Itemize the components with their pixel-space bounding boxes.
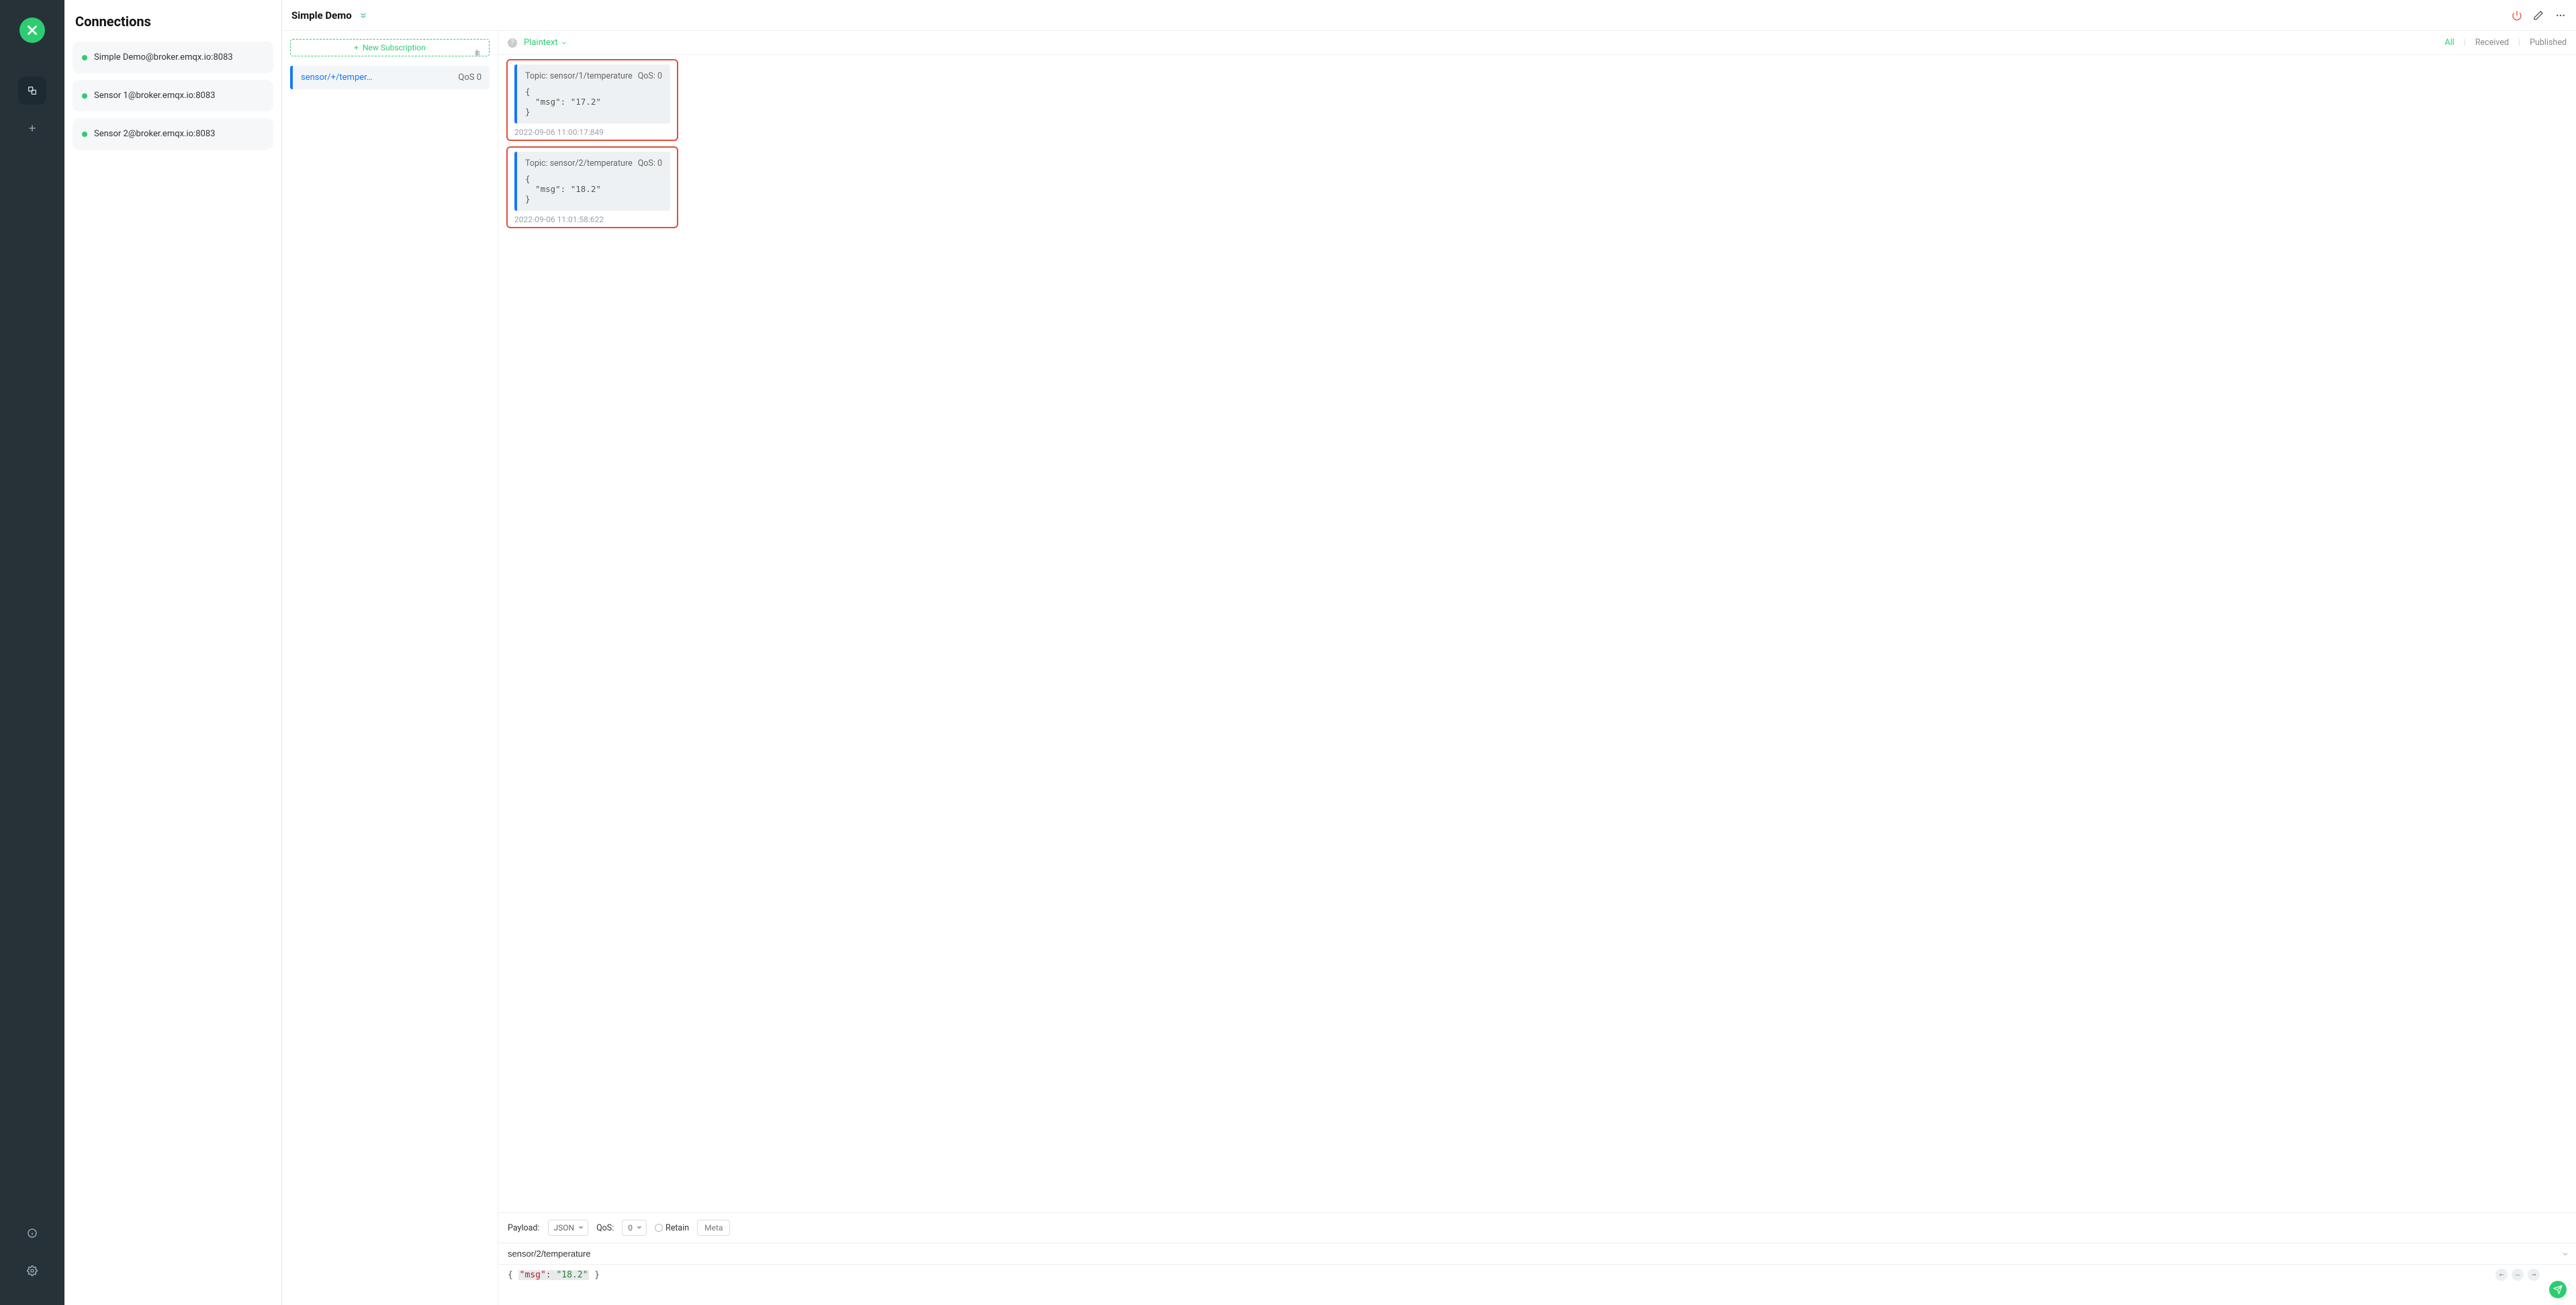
connection-label: Sensor 2@broker.emqx.io:8083 — [94, 129, 215, 139]
payload-format-select[interactable]: JSON — [548, 1220, 589, 1236]
history-next-button[interactable]: → — [2528, 1269, 2540, 1281]
message-topic: Topic: sensor/2/temperature — [525, 158, 633, 168]
subscription-qos: QoS 0 — [458, 72, 481, 83]
message-timestamp: 2022-09-06 11:01:58:622 — [514, 215, 670, 224]
connection-title: Simple Demo — [291, 9, 352, 21]
connections-title: Connections — [75, 13, 271, 30]
qos-label: QoS: — [596, 1223, 614, 1233]
help-badge[interactable]: ? — [508, 38, 517, 48]
collapse-subscriptions-button[interactable] — [473, 48, 483, 58]
nav-connections[interactable] — [18, 77, 46, 105]
status-dot — [82, 132, 87, 137]
subscription-topic: sensor/+/temper… — [301, 72, 372, 83]
message-qos: QoS: 0 — [638, 71, 662, 81]
new-subscription-label: New Subscription — [363, 43, 426, 52]
nav-add[interactable] — [18, 114, 46, 142]
app-logo — [19, 17, 45, 43]
connection-item[interactable]: Simple Demo@broker.emqx.io:8083 — [73, 42, 273, 73]
filter-all[interactable]: All — [2445, 38, 2454, 48]
more-button[interactable] — [2555, 10, 2567, 21]
disconnect-button[interactable] — [2512, 10, 2522, 21]
publish-editor: Payload: JSON QoS: 0 Retain Meta { "msg"… — [498, 1212, 2576, 1305]
filter-published[interactable]: Published — [2530, 38, 2567, 48]
message-timestamp: 2022-09-06 11:00:17:849 — [514, 128, 670, 137]
meta-button[interactable]: Meta — [697, 1220, 730, 1236]
message-feed: ? Plaintext All | Received | Published T… — [498, 31, 2576, 1305]
subscriptions-panel: + New Subscription sensor/+/temper… QoS 0 — [282, 31, 498, 1305]
retain-toggle[interactable]: Retain — [655, 1223, 689, 1233]
main-pane: Simple Demo + New Subscriptio — [282, 0, 2576, 1305]
history-prev-button[interactable]: ← — [2495, 1269, 2508, 1281]
connections-panel: Connections Simple Demo@broker.emqx.io:8… — [64, 0, 282, 1305]
chevron-down-icon[interactable] — [359, 11, 368, 20]
payload-label: Payload: — [508, 1223, 540, 1233]
connection-item[interactable]: Sensor 2@broker.emqx.io:8083 — [73, 118, 273, 150]
message: Topic: sensor/2/temperature QoS: 0 { "msg"… — [506, 146, 678, 228]
connection-item[interactable]: Sensor 1@broker.emqx.io:8083 — [73, 80, 273, 111]
connection-label: Simple Demo@broker.emqx.io:8083 — [94, 52, 233, 62]
nav-about[interactable] — [18, 1219, 46, 1247]
topic-input[interactable] — [498, 1243, 2576, 1265]
message-body: { "msg": "17.2" } — [525, 87, 662, 117]
nav-rail — [0, 0, 64, 1305]
status-dot — [82, 55, 87, 60]
nav-settings[interactable] — [18, 1257, 46, 1285]
message-qos: QoS: 0 — [638, 158, 662, 168]
send-button[interactable] — [2549, 1281, 2567, 1298]
subscription-item[interactable]: sensor/+/temper… QoS 0 — [290, 66, 490, 89]
message: Topic: sensor/1/temperature QoS: 0 { "msg"… — [506, 59, 678, 141]
status-dot — [82, 93, 87, 99]
topic-history-dropdown[interactable] — [2561, 1250, 2569, 1258]
message-body: { "msg": "18.2" } — [525, 174, 662, 204]
payload-input[interactable]: { "msg": "18.2" } ← – → — [498, 1265, 2576, 1305]
new-subscription-button[interactable]: + New Subscription — [290, 39, 490, 56]
filter-received[interactable]: Received — [2475, 38, 2509, 48]
history-clear-button[interactable]: – — [2512, 1269, 2524, 1281]
payload-format-select[interactable]: Plaintext — [524, 38, 567, 48]
edit-button[interactable] — [2533, 10, 2544, 21]
connection-label: Sensor 1@broker.emqx.io:8083 — [94, 91, 215, 101]
plus-icon: + — [354, 43, 359, 52]
qos-select[interactable]: 0 — [622, 1220, 647, 1236]
message-topic: Topic: sensor/1/temperature — [525, 71, 633, 81]
topbar: Simple Demo — [282, 0, 2576, 31]
